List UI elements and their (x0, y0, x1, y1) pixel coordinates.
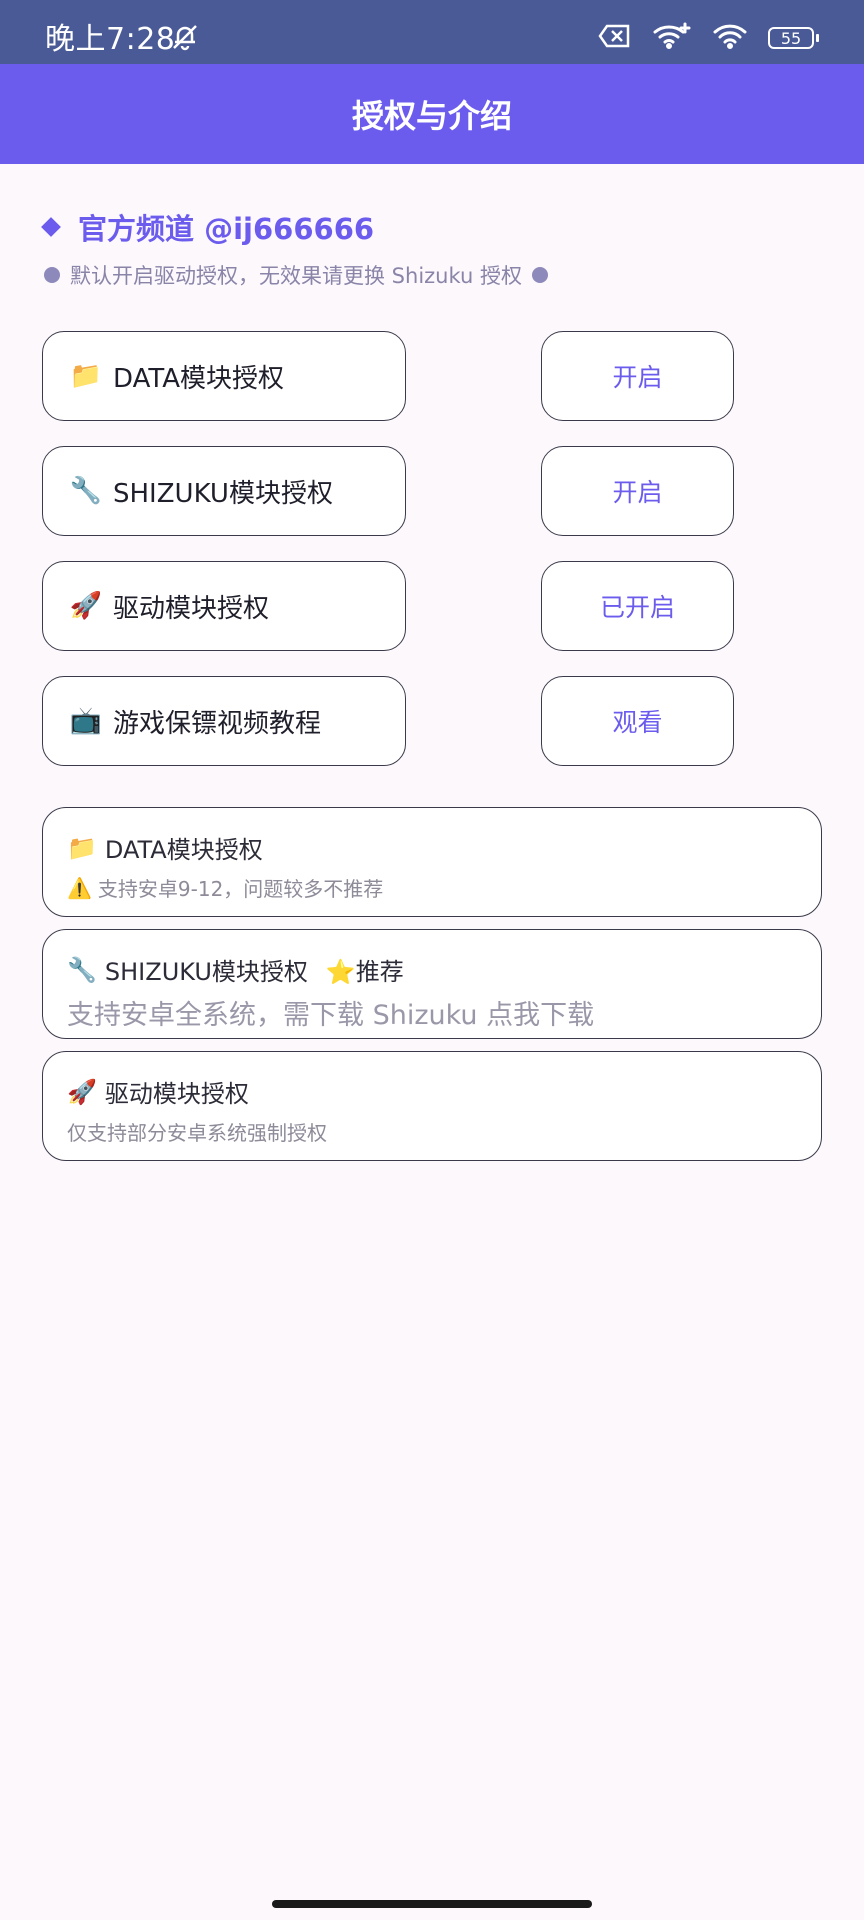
wifi-plus-icon (652, 22, 692, 54)
card-title: 📁 DATA模块授权 (67, 830, 797, 865)
driver-module-card[interactable]: 🚀 驱动模块授权 仅支持部分安卓系统强制授权 (42, 1051, 822, 1161)
card-subtitle: 仅支持部分安卓系统强制授权 (67, 1117, 797, 1146)
watch-video-button[interactable]: 观看 (541, 676, 734, 766)
diamond-icon (41, 217, 61, 237)
notice-label: 默认开启驱动授权，无效果请更换 Shizuku 授权 (70, 264, 522, 288)
status-bar: 晚上7:28 55 (0, 0, 864, 64)
data-module-card[interactable]: 📁 DATA模块授权 ⚠️ 支持安卓9-12，问题较多不推荐 (42, 807, 822, 917)
recommend-badge: ⭐推荐 (325, 958, 404, 986)
card-title-label: 驱动模块授权 (104, 1080, 249, 1108)
card-title: 🔧 SHIZUKU模块授权 ⭐推荐 (67, 952, 797, 987)
official-channel[interactable]: 官方频道 @ij666666 (41, 206, 375, 248)
row-label: 游戏保镖视频教程 (113, 708, 322, 739)
tv-icon: 📺 (69, 706, 103, 736)
row-label: SHIZUKU模块授权 (113, 478, 333, 509)
warning-icon: ⚠️ (67, 875, 92, 900)
shizuku-module-button[interactable]: 🔧 SHIZUKU模块授权 (42, 446, 406, 536)
row-label: DATA模块授权 (113, 363, 284, 394)
page-title: 授权与介绍 (351, 97, 512, 135)
main-content: 官方频道 @ij666666 默认开启驱动授权，无效果请更换 Shizuku 授… (0, 164, 864, 1920)
app-bar: 授权与介绍 (0, 64, 864, 164)
card-subtitle-label: 仅支持部分安卓系统强制授权 (67, 1121, 327, 1145)
shizuku-module-enable-button[interactable]: 开启 (541, 446, 734, 536)
bullet-dot-icon (531, 267, 548, 283)
home-indicator[interactable] (272, 1900, 592, 1908)
row-label: 驱动模块授权 (113, 593, 270, 624)
folder-icon: 📁 (67, 833, 97, 862)
channel-label: 官方频道 @ij666666 (78, 212, 375, 246)
notice-text: 默认开启驱动授权，无效果请更换 Shizuku 授权 (44, 260, 548, 290)
wrench-icon: 🔧 (69, 476, 103, 506)
bell-off-icon (170, 22, 200, 56)
card-subtitle-label: 支持安卓9-12，问题较多不推荐 (97, 877, 384, 901)
rocket-icon: 🚀 (67, 1077, 97, 1106)
driver-module-button[interactable]: 🚀 驱动模块授权 (42, 561, 406, 651)
video-tutorial-button[interactable]: 📺 游戏保镖视频教程 (42, 676, 406, 766)
card-title-label: DATA模块授权 (104, 836, 263, 864)
card-title: 🚀 驱动模块授权 (67, 1074, 797, 1109)
driver-module-enabled-button[interactable]: 已开启 (541, 561, 734, 651)
wrench-icon: 🔧 (67, 955, 97, 984)
bullet-dot-icon (44, 267, 60, 283)
card-subtitle[interactable]: 支持安卓全系统，需下载 Shizuku 点我下载 (67, 993, 797, 1032)
card-title-label: SHIZUKU模块授权 (104, 958, 308, 986)
sim-off-icon (598, 23, 632, 53)
battery-icon: 55 (768, 27, 819, 49)
battery-level: 55 (780, 28, 802, 48)
status-time: 晚上7:28 (45, 22, 176, 57)
shizuku-module-card[interactable]: 🔧 SHIZUKU模块授权 ⭐推荐 支持安卓全系统，需下载 Shizuku 点我… (42, 929, 822, 1039)
data-module-enable-button[interactable]: 开启 (541, 331, 734, 421)
folder-icon: 📁 (69, 361, 103, 391)
wifi-icon (712, 22, 748, 54)
data-module-button[interactable]: 📁 DATA模块授权 (42, 331, 406, 421)
card-subtitle: ⚠️ 支持安卓9-12，问题较多不推荐 (67, 873, 797, 902)
card-subtitle-label[interactable]: 支持安卓全系统，需下载 Shizuku 点我下载 (67, 993, 594, 1032)
rocket-icon: 🚀 (69, 591, 103, 621)
